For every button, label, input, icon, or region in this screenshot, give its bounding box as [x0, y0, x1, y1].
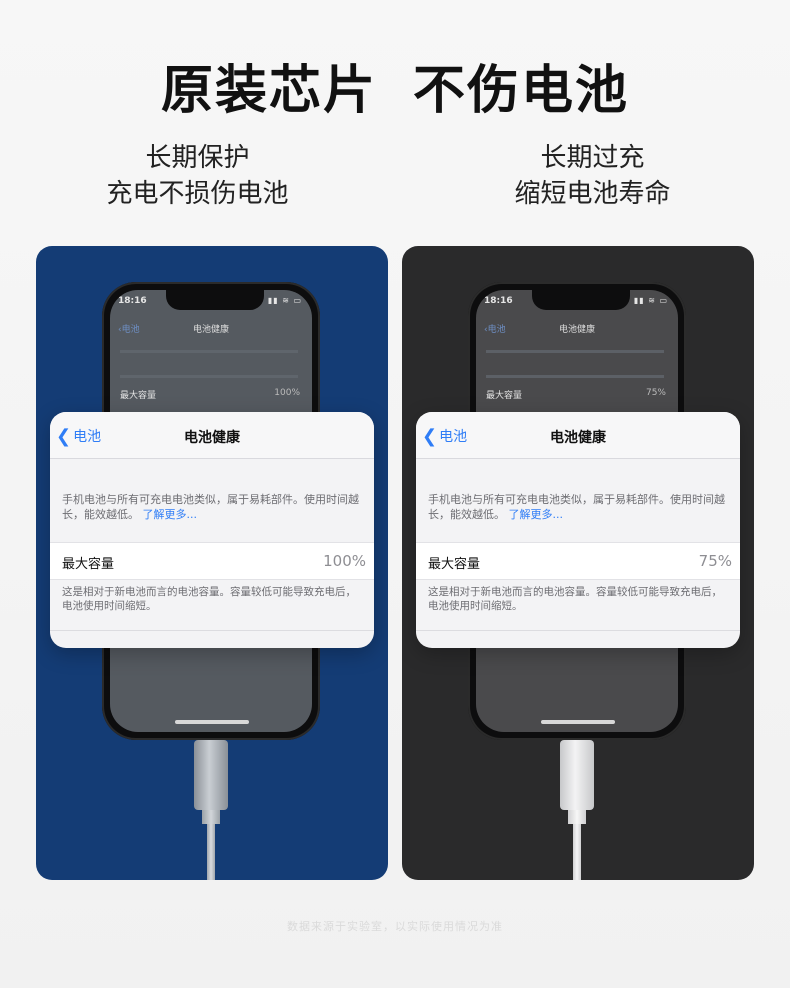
left-subtitle-line-1: 长期保护	[145, 143, 250, 173]
max-capacity-row: 最大容量 100%	[50, 542, 374, 580]
phone-notch	[166, 290, 264, 310]
cable-neck	[568, 810, 586, 824]
home-indicator	[541, 720, 615, 724]
cable-wire	[207, 824, 215, 880]
headline-part-1: 原装芯片	[160, 61, 377, 121]
screen-description	[120, 350, 298, 378]
screen-nav-bar: ‹电池 电池健康	[110, 320, 312, 338]
battery-description: 手机电池与所有可充电电池类似，属于易耗部件。使用时间越长，能效越低。 了解更多.…	[62, 492, 362, 522]
max-capacity-value: 75%	[698, 552, 732, 570]
learn-more-link[interactable]: 了解更多...	[143, 508, 198, 521]
capacity-note: 这是相对于新电池而言的电池容量。容量较低可能导致充电后，电池使用时间缩短。	[428, 586, 722, 612]
headline: 原装芯片 不伤电池	[0, 48, 790, 123]
cable-connector	[560, 740, 594, 810]
battery-health-card: ❮ 电池 电池健康 手机电池与所有可充电电池类似，属于易耗部件。使用时间越长，能效…	[50, 412, 374, 648]
description-text: 手机电池与所有可充电电池类似，属于易耗部件。使用时间越长，能效越低。	[428, 493, 725, 521]
description-text: 手机电池与所有可充电电池类似，属于易耗部件。使用时间越长，能效越低。	[62, 493, 359, 521]
status-icons: ▮▮ ≋ ▭	[633, 296, 668, 305]
max-capacity-row: 最大容量 75%	[416, 542, 740, 580]
footnote: 数据来源于实验室，以实际使用情况为准	[287, 920, 503, 933]
headline-part-2: 不伤电池	[413, 61, 630, 121]
card-divider	[416, 630, 740, 631]
right-panel: 18:16 ▮▮ ≋ ▭ ‹电池 电池健康 最大容量 75% ❮ 电池 电池健康 …	[402, 246, 754, 880]
right-subtitle-line-1: 长期过充	[540, 143, 645, 173]
screen-capacity-row: 最大容量 75%	[486, 388, 666, 401]
screen-capacity-row: 最大容量 100%	[120, 388, 300, 401]
screen-description	[486, 350, 664, 378]
screen-title: 电池健康	[192, 325, 229, 335]
battery-health-card: ❮ 电池 电池健康 手机电池与所有可充电电池类似，属于易耗部件。使用时间越长，能效…	[416, 412, 740, 648]
card-nav-bar: ❮ 电池 电池健康	[50, 412, 374, 459]
screen-capacity-value: 100%	[274, 388, 300, 398]
card-title: 电池健康	[550, 430, 606, 446]
card-title: 电池健康	[184, 430, 240, 446]
status-time: 18:16	[118, 296, 147, 306]
screen-capacity-label: 最大容量	[120, 391, 157, 401]
card-divider	[50, 630, 374, 631]
right-subtitle: 长期过充 缩短电池寿命	[395, 140, 790, 212]
charging-cable	[194, 740, 228, 880]
cable-wire	[573, 824, 581, 880]
charging-cable	[560, 740, 594, 880]
card-nav-bar: ❮ 电池 电池健康	[416, 412, 740, 459]
left-subtitle-line-2: 充电不损伤电池	[106, 179, 289, 209]
max-capacity-label: 最大容量	[428, 557, 481, 572]
phone-notch	[532, 290, 630, 310]
right-subtitle-line-2: 缩短电池寿命	[514, 179, 671, 209]
max-capacity-label: 最大容量	[62, 557, 115, 572]
home-indicator	[175, 720, 249, 724]
left-subtitle: 长期保护 充电不损伤电池	[0, 140, 395, 212]
battery-description: 手机电池与所有可充电电池类似，属于易耗部件。使用时间越长，能效越低。 了解更多.…	[428, 492, 728, 522]
learn-more-link[interactable]: 了解更多...	[509, 508, 564, 521]
cable-connector	[194, 740, 228, 810]
max-capacity-value: 100%	[323, 552, 366, 570]
screen-capacity-value: 75%	[645, 388, 666, 398]
status-time: 18:16	[484, 296, 513, 306]
status-icons: ▮▮ ≋ ▭	[267, 296, 302, 305]
left-panel: 18:16 ▮▮ ≋ ▭ ‹电池 电池健康 最大容量 100% ❮ 电池 电池健康…	[36, 246, 388, 880]
screen-nav-bar: ‹电池 电池健康	[476, 320, 678, 338]
cable-neck	[202, 810, 220, 824]
capacity-note: 这是相对于新电池而言的电池容量。容量较低可能导致充电后，电池使用时间缩短。	[62, 586, 356, 612]
screen-title: 电池健康	[558, 325, 595, 335]
screen-capacity-label: 最大容量	[486, 391, 523, 401]
